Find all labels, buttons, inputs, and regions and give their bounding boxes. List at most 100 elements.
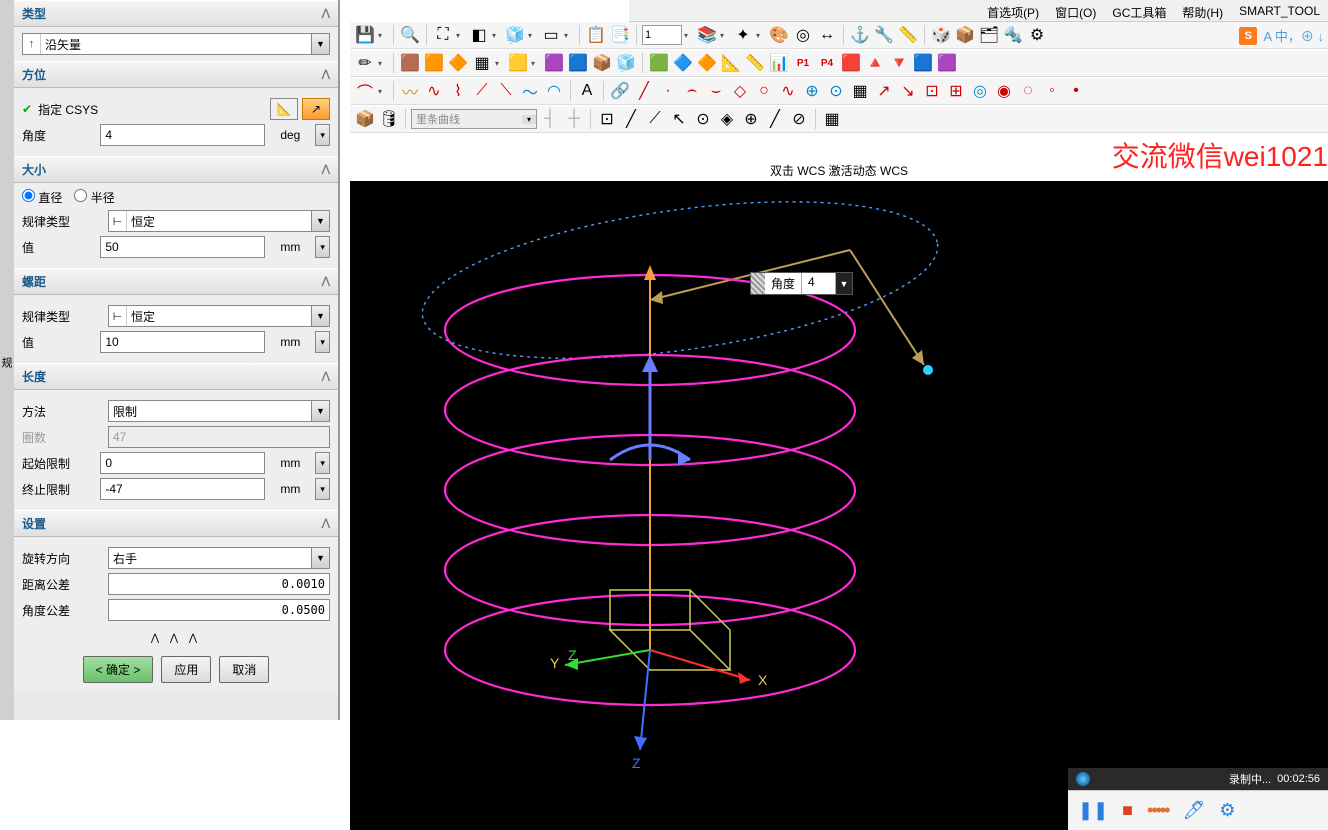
type-combo[interactable]: ↑ 沿矢量 ▼ bbox=[22, 33, 330, 55]
ruler-icon[interactable]: 📏 bbox=[897, 24, 919, 46]
feat4-icon[interactable]: 📦 bbox=[591, 52, 613, 74]
shade-icon[interactable]: ◧ bbox=[468, 24, 490, 46]
curve3-icon[interactable]: ∿ bbox=[423, 80, 445, 102]
grid-icon[interactable]: ▦ bbox=[471, 52, 493, 74]
snap4-icon[interactable]: ↖ bbox=[668, 108, 690, 130]
circ4-icon[interactable]: ◌ bbox=[1017, 80, 1039, 102]
pitch-value-input[interactable] bbox=[100, 331, 265, 353]
dim2-icon[interactable]: ┼ bbox=[563, 108, 585, 130]
circ6-icon[interactable]: • bbox=[1065, 80, 1087, 102]
target-icon[interactable]: ◎ bbox=[792, 24, 814, 46]
ok-button[interactable]: < 确定 > bbox=[83, 656, 154, 683]
text-icon[interactable]: A bbox=[576, 80, 598, 102]
curve4-icon[interactable]: ⌇ bbox=[447, 80, 469, 102]
stop-button[interactable]: ■ bbox=[1122, 800, 1133, 821]
surf4-icon[interactable]: 📐 bbox=[720, 52, 742, 74]
diameter-radio[interactable]: 直径 bbox=[22, 189, 62, 206]
surf7-icon[interactable]: 🟥 bbox=[840, 52, 862, 74]
layer-number-input[interactable] bbox=[642, 25, 682, 45]
snap5-icon[interactable]: ⊙ bbox=[692, 108, 714, 130]
snap1-icon[interactable]: ⊡ bbox=[596, 108, 618, 130]
section-pitch-header[interactable]: 螺距⋀ bbox=[14, 268, 338, 295]
surf5-icon[interactable]: 📏 bbox=[744, 52, 766, 74]
book-icon[interactable]: 📚 bbox=[696, 24, 718, 46]
rect-icon[interactable]: ▭ bbox=[540, 24, 562, 46]
angle-input[interactable] bbox=[100, 124, 265, 146]
more6-icon[interactable]: ⊡ bbox=[921, 80, 943, 102]
start-stepper[interactable]: ▾ bbox=[315, 452, 330, 474]
collapse-handle[interactable]: ⋀ ⋀ ⋀ bbox=[14, 631, 338, 646]
snap2-icon[interactable]: ╱ bbox=[620, 108, 642, 130]
pitch-stepper[interactable]: ▾ bbox=[315, 331, 330, 353]
marker-icon[interactable]: 🖊 bbox=[1183, 800, 1206, 821]
cube3-icon[interactable]: 📦 bbox=[954, 24, 976, 46]
more2-icon[interactable]: ⊙ bbox=[825, 80, 847, 102]
axis-icon[interactable]: ✦ bbox=[732, 24, 754, 46]
snap8-icon[interactable]: ╱ bbox=[764, 108, 786, 130]
curve6-icon[interactable]: ⟍ bbox=[495, 80, 517, 102]
curve5-icon[interactable]: ⟋ bbox=[471, 80, 493, 102]
sketch-icon[interactable]: ✏ bbox=[354, 52, 376, 74]
circ2-icon[interactable]: ◎ bbox=[969, 80, 991, 102]
curve-type-combo[interactable]: 里条曲线▾ bbox=[411, 109, 537, 129]
angle-annotation[interactable]: 角度 4 ▼ bbox=[750, 272, 853, 295]
box-icon[interactable]: 📦 bbox=[354, 108, 376, 130]
feat3-icon[interactable]: 🟦 bbox=[567, 52, 589, 74]
menu-window[interactable]: 窗口(O) bbox=[1047, 0, 1104, 21]
section-orient-header[interactable]: 方位⋀ bbox=[14, 61, 338, 88]
settings-icon[interactable]: ⚙ bbox=[1219, 800, 1235, 821]
more3-icon[interactable]: ▦ bbox=[849, 80, 871, 102]
ext3-icon[interactable]: 🔶 bbox=[447, 52, 469, 74]
search-icon[interactable]: 🔍 bbox=[399, 24, 421, 46]
csys-dialog-button[interactable]: 📐 bbox=[270, 98, 298, 120]
curve1-icon[interactable]: ⌒ bbox=[354, 80, 376, 102]
more7-icon[interactable]: ⊞ bbox=[945, 80, 967, 102]
radius-radio[interactable]: 半径 bbox=[74, 189, 114, 206]
surf3-icon[interactable]: 🔶 bbox=[696, 52, 718, 74]
layer-icon[interactable]: 📋 bbox=[585, 24, 607, 46]
more1-icon[interactable]: ⊕ bbox=[801, 80, 823, 102]
ext1-icon[interactable]: 🟫 bbox=[399, 52, 421, 74]
anchor-icon[interactable]: ⚓ bbox=[849, 24, 871, 46]
misc1-icon[interactable]: 🔩 bbox=[1002, 24, 1024, 46]
dist-tol-input[interactable] bbox=[108, 573, 330, 595]
section-type-header[interactable]: 类型⋀ bbox=[14, 0, 338, 27]
annot-value[interactable]: 4 bbox=[802, 273, 836, 294]
angle-stepper[interactable]: ▾ bbox=[315, 124, 330, 146]
curve8-icon[interactable]: ◠ bbox=[543, 80, 565, 102]
more4-icon[interactable]: ↗ bbox=[873, 80, 895, 102]
snap7-icon[interactable]: ⊕ bbox=[740, 108, 762, 130]
link-icon[interactable]: 🔗 bbox=[609, 80, 631, 102]
line-icon[interactable]: ╱ bbox=[633, 80, 655, 102]
dim1-icon[interactable]: ┤ bbox=[539, 108, 561, 130]
poly-icon[interactable]: ◇ bbox=[729, 80, 751, 102]
layers-icon[interactable]: 📑 bbox=[609, 24, 631, 46]
misc2-icon[interactable]: ⚙ bbox=[1026, 24, 1048, 46]
curve7-icon[interactable]: 〜 bbox=[519, 80, 541, 102]
arc1-icon[interactable]: ⌢ bbox=[681, 80, 703, 102]
more-icon[interactable]: ••••• bbox=[1147, 800, 1169, 821]
cube-icon[interactable]: 🧊 bbox=[504, 24, 526, 46]
size-value-input[interactable] bbox=[100, 236, 265, 258]
cancel-button[interactable]: 取消 bbox=[219, 656, 269, 683]
feat2-icon[interactable]: 🟪 bbox=[543, 52, 565, 74]
pause-button[interactable]: ❚❚ bbox=[1078, 800, 1108, 821]
size-stepper[interactable]: ▾ bbox=[315, 236, 330, 258]
curve2-icon[interactable]: 〰 bbox=[399, 80, 421, 102]
surf6-icon[interactable]: 📊 bbox=[768, 52, 790, 74]
size-law-combo[interactable]: ⊢ 恒定 ▼ bbox=[108, 210, 330, 232]
surf2-icon[interactable]: 🔷 bbox=[672, 52, 694, 74]
section-size-header[interactable]: 大小⋀ bbox=[14, 156, 338, 183]
circ1-icon[interactable]: ○ bbox=[753, 80, 775, 102]
menu-help[interactable]: 帮助(H) bbox=[1174, 0, 1231, 21]
end-limit-input[interactable] bbox=[100, 478, 265, 500]
assembly-icon[interactable]: 🗂 bbox=[978, 24, 1000, 46]
menu-gctoolbox[interactable]: GC工具箱 bbox=[1104, 0, 1174, 21]
pitch-law-combo[interactable]: ⊢ 恒定 ▼ bbox=[108, 305, 330, 327]
feat1-icon[interactable]: 🟨 bbox=[507, 52, 529, 74]
rotation-combo[interactable]: 右手 ▼ bbox=[108, 547, 330, 569]
p1-icon[interactable]: P1 bbox=[792, 52, 814, 74]
section-length-header[interactable]: 长度⋀ bbox=[14, 363, 338, 390]
feat5-icon[interactable]: 🧊 bbox=[615, 52, 637, 74]
cyl-icon[interactable]: 🛢 bbox=[378, 108, 400, 130]
